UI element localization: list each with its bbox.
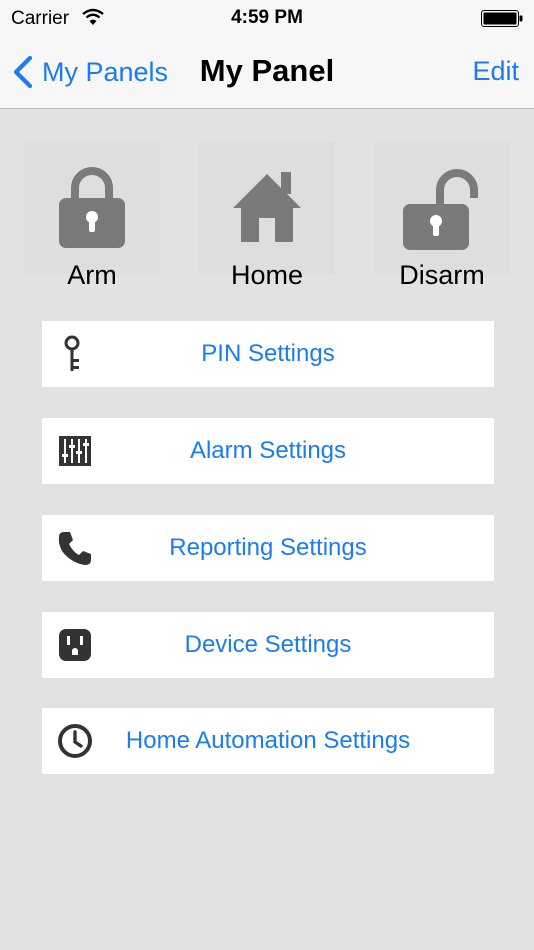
home-button[interactable]: Home bbox=[199, 142, 335, 296]
device-settings-row[interactable]: Device Settings bbox=[42, 612, 494, 678]
alarm-settings-row[interactable]: Alarm Settings bbox=[42, 418, 494, 484]
status-bar: Carrier 4:59 PM bbox=[0, 0, 534, 38]
unlocked-padlock-icon bbox=[403, 169, 478, 250]
reporting-settings-label: Reporting Settings bbox=[169, 534, 367, 561]
navigation-bar: My Panels My Panel Edit bbox=[0, 38, 534, 109]
battery-icon bbox=[481, 10, 523, 27]
disarm-label: Disarm bbox=[399, 260, 485, 290]
home-automation-settings-row[interactable]: Home Automation Settings bbox=[42, 708, 494, 774]
arm-label: Arm bbox=[67, 260, 117, 290]
disarm-button[interactable]: Disarm bbox=[374, 142, 510, 296]
home-label: Home bbox=[230, 260, 304, 290]
reporting-settings-row[interactable]: Reporting Settings bbox=[42, 515, 494, 581]
page-title: My Panel bbox=[199, 53, 335, 88]
locked-padlock-icon bbox=[59, 167, 125, 248]
device-settings-label: Device Settings bbox=[184, 631, 352, 658]
edit-button[interactable]: Edit bbox=[472, 56, 519, 87]
alarm-settings-label: Alarm Settings bbox=[189, 437, 347, 464]
clock-time: 4:59 PM bbox=[231, 7, 303, 28]
house-icon bbox=[233, 172, 301, 242]
arm-button[interactable]: Arm bbox=[24, 142, 160, 296]
pin-settings-label: PIN Settings bbox=[201, 340, 335, 367]
pin-settings-row[interactable]: PIN Settings bbox=[42, 321, 494, 387]
home-automation-settings-label: Home Automation Settings bbox=[125, 727, 411, 754]
